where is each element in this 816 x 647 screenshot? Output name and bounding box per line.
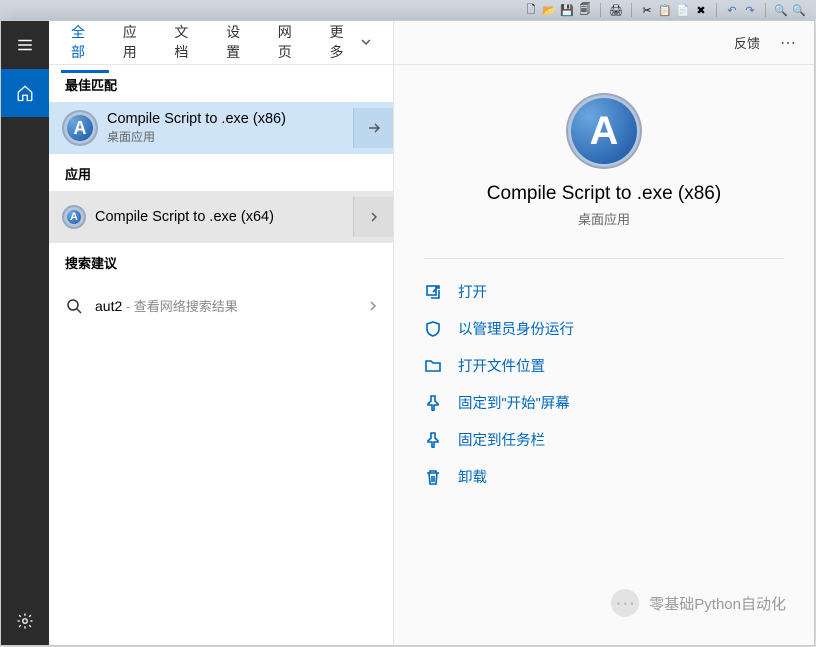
home-icon (16, 84, 34, 102)
tab-apps[interactable]: 应用 (113, 12, 161, 73)
action-label: 固定到"开始"屏幕 (458, 392, 570, 413)
divider (424, 258, 784, 259)
expand-arrow[interactable] (353, 286, 393, 326)
expand-arrow[interactable] (353, 108, 393, 148)
action-open[interactable]: 打开 (424, 277, 784, 306)
detail-hero: A Compile Script to .exe (x86) 桌面应用 (424, 95, 784, 228)
arrow-right-icon (366, 120, 382, 136)
action-pin-taskbar[interactable]: 固定到任务栏 (424, 425, 784, 454)
chevron-right-icon (369, 212, 379, 222)
result-subtitle: 桌面应用 (107, 128, 353, 145)
chevron-down-icon (361, 37, 371, 47)
action-label: 打开 (458, 281, 487, 302)
feedback-link[interactable]: 反馈 (728, 33, 766, 52)
tab-more-label: 更多 (329, 22, 357, 62)
home-button[interactable] (1, 69, 49, 117)
toolbar-icon: 🔍 (774, 3, 788, 17)
toolbar-icon: 🗐 (578, 3, 592, 17)
app-icon: A (63, 111, 97, 145)
left-rail (1, 21, 49, 645)
tab-all[interactable]: 全部 (61, 12, 109, 73)
toolbar-icon: 📄 (676, 3, 690, 17)
best-match-result[interactable]: A Compile Script to .exe (x86) 桌面应用 (49, 102, 393, 154)
section-apps: 应用 (49, 154, 393, 191)
hamburger-icon (16, 36, 34, 54)
tab-web[interactable]: 网页 (268, 12, 316, 73)
search-suggestion[interactable]: aut2 - 查看网络搜索结果 (49, 280, 393, 332)
toolbar-icon: 📂 (542, 3, 556, 17)
toolbar-icon: ↷ (743, 3, 757, 17)
open-icon (424, 283, 442, 301)
tab-settings[interactable]: 设置 (216, 12, 264, 73)
settings-button[interactable] (1, 597, 49, 645)
action-label: 打开文件位置 (458, 355, 545, 376)
app-icon: A (63, 206, 85, 228)
detail-app-icon: A (568, 95, 640, 167)
suggestion-query: aut2 (95, 298, 122, 314)
toolbar-icon: 📋 (658, 3, 672, 17)
pin-icon (424, 394, 442, 412)
toolbar-icon: ✂ (640, 3, 654, 17)
more-options-button[interactable]: ⋯ (776, 33, 800, 53)
section-best-match: 最佳匹配 (49, 65, 393, 102)
detail-title: Compile Script to .exe (x86) (487, 183, 721, 205)
action-run-admin[interactable]: 以管理员身份运行 (424, 314, 784, 343)
toolbar-icon: 🖨 (609, 3, 623, 17)
toolbar-icon: 💾 (560, 3, 574, 17)
action-label: 卸载 (458, 466, 487, 487)
toolbar-icon: 🗋 (524, 3, 538, 17)
result-title: Compile Script to .exe (x64) (95, 209, 353, 225)
toolbar-icon: 🔍 (792, 3, 806, 17)
result-title: Compile Script to .exe (x86) (107, 111, 353, 127)
detail-subtitle: 桌面应用 (578, 209, 630, 228)
toolbar-icon: ↶ (725, 3, 739, 17)
detail-column: 反馈 ⋯ A Compile Script to .exe (x86) 桌面应用… (394, 21, 814, 645)
results-column: 全部 应用 文档 设置 网页 更多 最佳匹配 A Compile Script … (49, 21, 394, 645)
gear-icon (16, 612, 34, 630)
suggestion-hint: - 查看网络搜索结果 (122, 299, 238, 314)
detail-actions: 打开 以管理员身份运行 打开文件位置 固定到"开始"屏幕 固定到任务栏 (424, 277, 784, 491)
folder-icon (424, 357, 442, 375)
trash-icon (424, 468, 442, 486)
scope-tabs: 全部 应用 文档 设置 网页 更多 (49, 21, 393, 65)
section-suggestions: 搜索建议 (49, 243, 393, 280)
detail-header-bar: 反馈 ⋯ (394, 21, 814, 65)
action-pin-start[interactable]: 固定到"开始"屏幕 (424, 388, 784, 417)
start-search-panel: 全部 应用 文档 设置 网页 更多 最佳匹配 A Compile Script … (0, 20, 815, 646)
action-uninstall[interactable]: 卸载 (424, 462, 784, 491)
expand-arrow[interactable] (353, 197, 393, 237)
tab-more[interactable]: 更多 (319, 12, 381, 73)
action-open-location[interactable]: 打开文件位置 (424, 351, 784, 380)
tab-documents[interactable]: 文档 (164, 12, 212, 73)
action-label: 以管理员身份运行 (458, 318, 574, 339)
search-icon (63, 295, 85, 317)
pin-icon (424, 431, 442, 449)
chevron-right-icon (368, 301, 378, 311)
action-label: 固定到任务栏 (458, 429, 545, 450)
hamburger-button[interactable] (1, 21, 49, 69)
toolbar-icon: ✖ (694, 3, 708, 17)
shield-icon (424, 320, 442, 338)
app-result[interactable]: A Compile Script to .exe (x64) (49, 191, 393, 243)
